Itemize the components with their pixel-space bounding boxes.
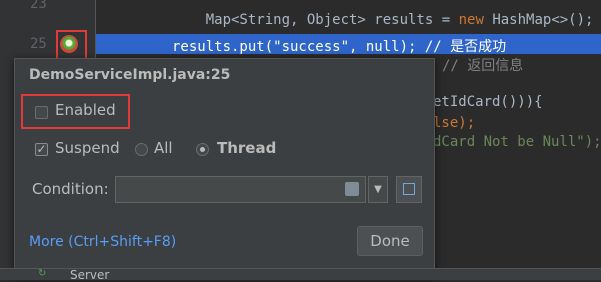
condition-history-dropdown[interactable]: ▼: [368, 176, 388, 203]
highlight-box-enabled: [21, 94, 130, 129]
rerun-icon[interactable]: ↻: [38, 269, 50, 279]
suspend-all-label: All: [154, 139, 173, 157]
suspend-all-radio[interactable]: [135, 143, 148, 156]
code-line-27: etIdCard())){: [433, 94, 543, 110]
suspend-label: Suspend: [55, 139, 120, 157]
code-line-29: dCard Not be Null");: [433, 134, 601, 150]
line-number: 23: [30, 0, 47, 12]
chevron-down-icon: ▼: [374, 184, 382, 195]
more-link[interactable]: More (Ctrl+Shift+F8): [29, 234, 176, 250]
condition-label: Condition:: [32, 180, 109, 198]
code-line-28: lse);: [433, 115, 475, 131]
expand-icon: [403, 183, 415, 195]
code-line-25: results.put("success", null); // 是否成功: [172, 39, 507, 55]
code-fragment-icon[interactable]: [345, 182, 359, 196]
code-keyword: new: [458, 12, 484, 28]
server-tab[interactable]: Server: [70, 268, 109, 282]
code-fragment: lse);: [433, 115, 476, 131]
code-line-26: // 返回信息: [442, 58, 524, 74]
condition-input[interactable]: [115, 176, 366, 203]
breakpoint-settings-popup: DemoServiceImpl.java:25 Enabled ✓ Suspen…: [14, 58, 435, 276]
code-fragment: HashMap<>();: [483, 12, 594, 28]
suspend-checkbox[interactable]: ✓: [35, 143, 48, 156]
line-number: 25: [30, 36, 47, 52]
code-fragment: Map<String, Object> results =: [205, 12, 459, 28]
done-button[interactable]: Done: [357, 226, 423, 256]
bottom-toolbar: ↻ Server: [0, 268, 601, 282]
suspend-thread-label: Thread: [217, 139, 277, 157]
popup-title: DemoServiceImpl.java:25: [29, 67, 231, 83]
suspend-thread-radio[interactable]: [196, 143, 209, 156]
expand-condition-button[interactable]: [396, 176, 422, 203]
